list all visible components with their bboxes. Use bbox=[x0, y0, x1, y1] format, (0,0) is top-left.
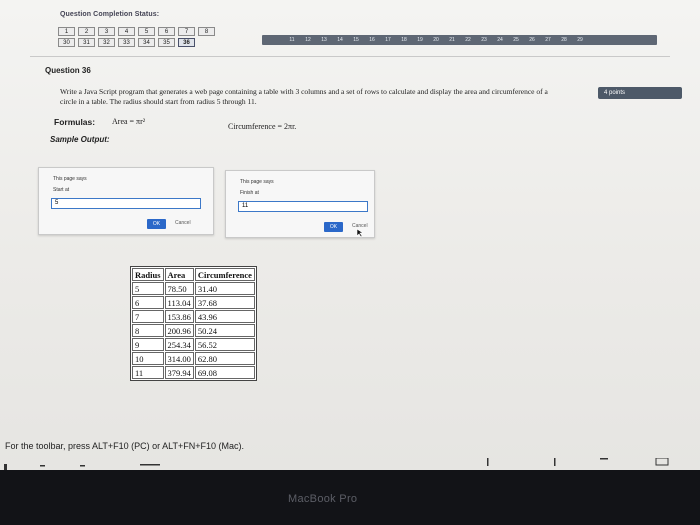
question-strip-button[interactable]: 22 bbox=[462, 35, 474, 45]
question-strip-button[interactable]: 20 bbox=[430, 35, 442, 45]
prompt-dialog-start: This page says Start at 5 OK Cancel bbox=[38, 167, 214, 235]
dialog-input[interactable]: 5 bbox=[51, 198, 201, 209]
table-row: 9 254.34 56.52 bbox=[132, 338, 255, 351]
question-strip-button[interactable]: 11 bbox=[286, 35, 298, 45]
question-strip-button[interactable]: 16 bbox=[366, 35, 378, 45]
question-nav-button[interactable]: 7 bbox=[178, 27, 195, 36]
table-cell: 5 bbox=[132, 282, 164, 295]
question-nav-button[interactable]: 8 bbox=[198, 27, 215, 36]
formulas-label: Formulas: bbox=[54, 117, 96, 127]
table-row: 10 314.00 62.80 bbox=[132, 352, 255, 365]
dialog-input[interactable]: 11 bbox=[238, 201, 368, 212]
table-cell: 50.24 bbox=[194, 324, 255, 337]
table-cell: 56.52 bbox=[194, 338, 255, 351]
question-nav-button[interactable]: 33 bbox=[118, 38, 135, 47]
question-strip-button[interactable]: 17 bbox=[382, 35, 394, 45]
table-cell: 6 bbox=[132, 296, 164, 309]
table-cell: 43.96 bbox=[194, 310, 255, 323]
cancel-button[interactable]: Cancel bbox=[175, 220, 191, 226]
dialog-message: Start at bbox=[53, 187, 70, 193]
table-cell: 379.94 bbox=[164, 366, 194, 379]
question-strip-button[interactable]: 29 bbox=[574, 35, 586, 45]
toolbar-partial-icons-icon bbox=[4, 458, 669, 470]
dialog-title: This page says bbox=[53, 176, 87, 182]
table-row: 11 379.94 69.08 bbox=[132, 366, 255, 379]
question-nav-button[interactable]: 31 bbox=[78, 38, 95, 47]
dialog-message: Finish at bbox=[240, 190, 259, 196]
table-header-row: Radius Area Circumference bbox=[132, 268, 255, 281]
question-strip: 11 12 13 14 15 16 17 18 19 20 21 22 23 2… bbox=[286, 35, 586, 45]
question-strip-button[interactable]: 24 bbox=[494, 35, 506, 45]
question-strip-button[interactable]: 21 bbox=[446, 35, 458, 45]
question-nav-button[interactable]: 34 bbox=[138, 38, 155, 47]
column-header: Circumference bbox=[194, 268, 255, 281]
question-nav-button[interactable]: 3 bbox=[98, 27, 115, 36]
ok-button[interactable]: OK bbox=[324, 222, 343, 232]
table-cell: 7 bbox=[132, 310, 164, 323]
circumference-formula: Circumference = 2πr. bbox=[228, 122, 297, 131]
table-cell: 314.00 bbox=[164, 352, 194, 365]
question-nav-button-current[interactable]: 36 bbox=[178, 38, 195, 47]
question-nav-button[interactable]: 30 bbox=[58, 38, 75, 47]
question-nav-button[interactable]: 6 bbox=[158, 27, 175, 36]
points-badge: 4 points bbox=[598, 87, 682, 99]
macbook-logo: MacBook Pro bbox=[288, 493, 358, 505]
table-row: 7 153.86 43.96 bbox=[132, 310, 255, 323]
completion-status-title: Question Completion Status: bbox=[60, 11, 160, 18]
table-cell: 11 bbox=[132, 366, 164, 379]
prompt-dialog-finish: This page says Finish at 11 OK Cancel bbox=[225, 170, 375, 238]
question-strip-button[interactable]: 25 bbox=[510, 35, 522, 45]
question-strip-button[interactable]: 28 bbox=[558, 35, 570, 45]
editor-toolbar-partial bbox=[0, 458, 700, 470]
mouse-cursor-icon bbox=[356, 228, 364, 238]
question-strip-button[interactable]: 14 bbox=[334, 35, 346, 45]
question-nav-button[interactable]: 32 bbox=[98, 38, 115, 47]
nav-row-top: 1 2 3 4 5 6 7 8 bbox=[58, 27, 215, 36]
question-title: Question 36 bbox=[45, 66, 91, 75]
table-cell: 78.50 bbox=[164, 282, 194, 295]
column-header: Area bbox=[164, 268, 194, 281]
table-cell: 10 bbox=[132, 352, 164, 365]
table-row: 6 113.04 37.68 bbox=[132, 296, 255, 309]
table-cell: 9 bbox=[132, 338, 164, 351]
column-header: Radius bbox=[132, 268, 164, 281]
table-cell: 200.96 bbox=[164, 324, 194, 337]
table-cell: 62.80 bbox=[194, 352, 255, 365]
question-strip-button[interactable]: 12 bbox=[302, 35, 314, 45]
area-formula: Area = πr² bbox=[112, 117, 146, 126]
question-strip-button[interactable]: 13 bbox=[318, 35, 330, 45]
table-cell: 31.40 bbox=[194, 282, 255, 295]
table-cell: 37.68 bbox=[194, 296, 255, 309]
table-cell: 254.34 bbox=[164, 338, 194, 351]
nav-row-bottom: 30 31 32 33 34 35 36 bbox=[58, 38, 215, 47]
question-strip-button[interactable]: 15 bbox=[350, 35, 362, 45]
question-nav-button[interactable]: 2 bbox=[78, 27, 95, 36]
toolbar-hint: For the toolbar, press ALT+F10 (PC) or A… bbox=[5, 441, 245, 451]
sample-output-label: Sample Output: bbox=[50, 135, 110, 144]
question-nav-button[interactable]: 1 bbox=[58, 27, 75, 36]
table-row: 8 200.96 50.24 bbox=[132, 324, 255, 337]
table-cell: 113.04 bbox=[164, 296, 194, 309]
question-prompt-line-2: circle in a table. The radius should sta… bbox=[60, 97, 257, 106]
table-cell: 8 bbox=[132, 324, 164, 337]
question-prompt-line-1: Write a Java Script program that generat… bbox=[60, 87, 548, 96]
table-cell: 153.86 bbox=[164, 310, 194, 323]
question-strip-button[interactable]: 19 bbox=[414, 35, 426, 45]
browser-screen: Question Completion Status: 1 2 3 4 5 6 … bbox=[0, 0, 700, 470]
table-cell: 69.08 bbox=[194, 366, 255, 379]
ok-button[interactable]: OK bbox=[147, 219, 166, 229]
question-navigator: 1 2 3 4 5 6 7 8 30 31 32 33 34 35 36 bbox=[58, 27, 215, 49]
question-nav-button[interactable]: 4 bbox=[118, 27, 135, 36]
question-strip-button[interactable]: 18 bbox=[398, 35, 410, 45]
question-strip-button[interactable]: 27 bbox=[542, 35, 554, 45]
sample-output-table: Radius Area Circumference 5 78.50 31.40 … bbox=[130, 266, 257, 381]
question-nav-button[interactable]: 5 bbox=[138, 27, 155, 36]
dialog-title: This page says bbox=[240, 179, 274, 185]
question-strip-button[interactable]: 23 bbox=[478, 35, 490, 45]
question-strip-button[interactable]: 26 bbox=[526, 35, 538, 45]
table-row: 5 78.50 31.40 bbox=[132, 282, 255, 295]
section-divider bbox=[30, 56, 670, 57]
question-nav-button[interactable]: 35 bbox=[158, 38, 175, 47]
